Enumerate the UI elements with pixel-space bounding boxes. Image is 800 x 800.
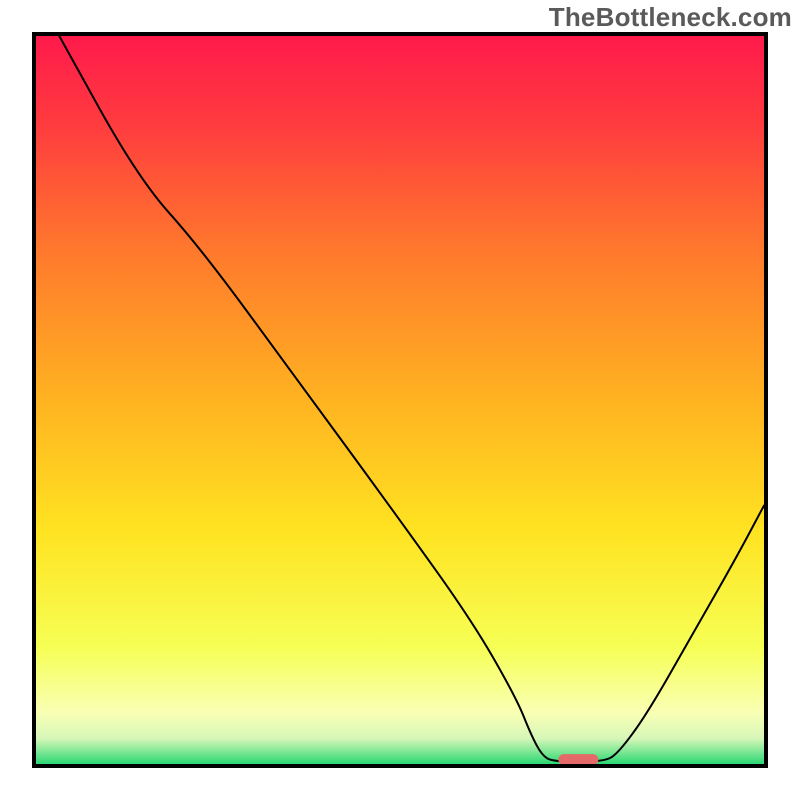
watermark-text: TheBottleneck.com: [549, 2, 792, 33]
chart-background-gradient: [36, 36, 764, 764]
line-chart: [0, 0, 800, 800]
optimal-marker: [558, 754, 598, 765]
chart-root: TheBottleneck.com: [0, 0, 800, 800]
